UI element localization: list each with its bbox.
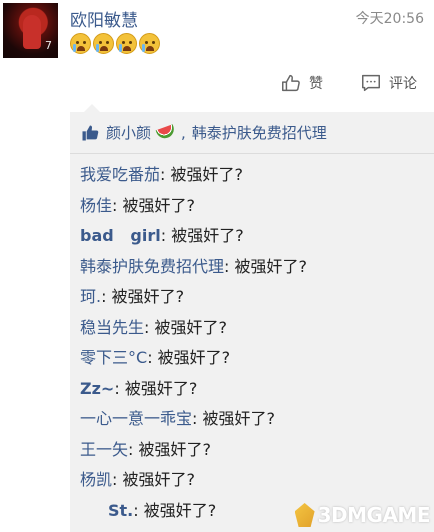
comment-separator: : [128, 439, 139, 459]
comment-author[interactable]: 珂. [80, 287, 101, 306]
avatar-jersey-number: 7 [45, 39, 52, 52]
comment-author[interactable]: 韩泰护肤免费招代理 [80, 257, 224, 276]
interaction-panel: 颜小颜 , 韩泰护肤免费招代理 我爱吃番茄: 被强奸了? 杨佳: 被强奸了? b… [70, 104, 434, 532]
comment-separator: : [224, 256, 235, 276]
comment-separator: : [133, 500, 144, 520]
comment-row: 韩泰护肤免费招代理: 被强奸了? [80, 252, 434, 283]
comment-label: 评论 [389, 76, 417, 92]
comment-author[interactable]: 王一矢 [80, 440, 128, 459]
post-actions: 赞 评论 [0, 66, 434, 102]
comment-text: 被强奸了? [170, 165, 244, 184]
comment-separator: : [192, 409, 203, 428]
comment-row: 稳当先生: 被强奸了? [80, 313, 434, 344]
comment-row: 杨佳: 被强奸了? [80, 191, 434, 222]
comment-row: bad girl: 被强奸了? [80, 221, 434, 252]
comment-separator: : [160, 226, 172, 245]
comment-author[interactable]: Zz~ [80, 379, 114, 398]
comment-separator: : [101, 287, 112, 306]
comment-author[interactable]: bad girl [80, 226, 161, 245]
comment-text: 被强奸了? [111, 287, 185, 306]
site-watermark: 3DMGAME [294, 503, 431, 527]
comment-row: 杨凯: 被强奸了? [80, 465, 434, 496]
crying-emoji-icon [70, 33, 91, 54]
comment-author[interactable]: St. [108, 501, 133, 520]
post-time: 今天20:56 [355, 11, 424, 27]
comment-text: 被强奸了? [157, 348, 231, 367]
like-label: 赞 [309, 76, 323, 92]
crying-emoji-icon [116, 33, 137, 54]
comment-author[interactable]: 一心一意一乖宝 [80, 409, 192, 428]
comment-author[interactable]: 我爱吃番茄 [80, 165, 160, 184]
comment-text: 被强奸了? [154, 317, 228, 337]
comment-text: 被强奸了? [138, 439, 212, 459]
comment-separator: : [160, 165, 171, 184]
liker-name[interactable]: 颜小颜 [106, 122, 151, 143]
comment-row: 零下三°C: 被强奸了? [80, 343, 434, 374]
avatar[interactable]: 7 [3, 3, 58, 58]
comment-button[interactable]: 评论 [360, 72, 417, 94]
likes-bar: 颜小颜 , 韩泰护肤免费招代理 [70, 112, 434, 154]
comment-text: 被强奸了? [234, 256, 308, 276]
comment-text: 被强奸了? [122, 195, 196, 215]
comment-row: 珂.: 被强奸了? [80, 282, 434, 313]
comment-author[interactable]: 杨佳 [80, 196, 112, 215]
comment-list: 我爱吃番茄: 被强奸了? 杨佳: 被强奸了? bad girl: 被强奸了? 韩… [80, 160, 434, 526]
comment-icon [362, 74, 380, 92]
comment-separator: : [112, 195, 123, 215]
watermelon-icon [155, 124, 177, 141]
comment-separator: : [147, 348, 158, 367]
watermark-text: 3DMGAME [317, 503, 431, 527]
comment-row: 王一矢: 被强奸了? [80, 435, 434, 466]
thumbs-up-icon [282, 74, 300, 92]
avatar-figure [23, 15, 41, 49]
thumbs-up-filled-icon [82, 125, 99, 140]
comment-author[interactable]: 杨凯 [80, 470, 112, 489]
post-emoji-row [70, 33, 160, 54]
comment-text: 被强奸了? [122, 470, 196, 489]
comment-author[interactable]: 零下三°C [80, 348, 147, 367]
comment-separator: : [114, 378, 125, 398]
comment-text: 被强奸了? [171, 226, 244, 245]
3dm-logo-icon [294, 503, 315, 527]
post-author[interactable]: 欧阳敏慧 [70, 6, 138, 31]
like-button[interactable]: 赞 [280, 72, 323, 94]
comment-text: 被强奸了? [143, 500, 217, 520]
comment-text: 被强奸了? [202, 409, 276, 428]
comment-text: 被强奸了? [124, 378, 198, 398]
comment-separator: : [144, 317, 155, 337]
crying-emoji-icon [139, 33, 160, 54]
crying-emoji-icon [93, 33, 114, 54]
comment-row: 我爱吃番茄: 被强奸了? [80, 160, 434, 191]
liker-name[interactable]: 韩泰护肤免费招代理 [192, 122, 327, 143]
liker-separator: , [181, 123, 186, 142]
comment-author[interactable]: 稳当先生 [80, 318, 144, 337]
comment-row: Zz~: 被强奸了? [80, 374, 434, 405]
comment-row: 一心一意一乖宝: 被强奸了? [80, 404, 434, 435]
comment-separator: : [112, 470, 123, 489]
